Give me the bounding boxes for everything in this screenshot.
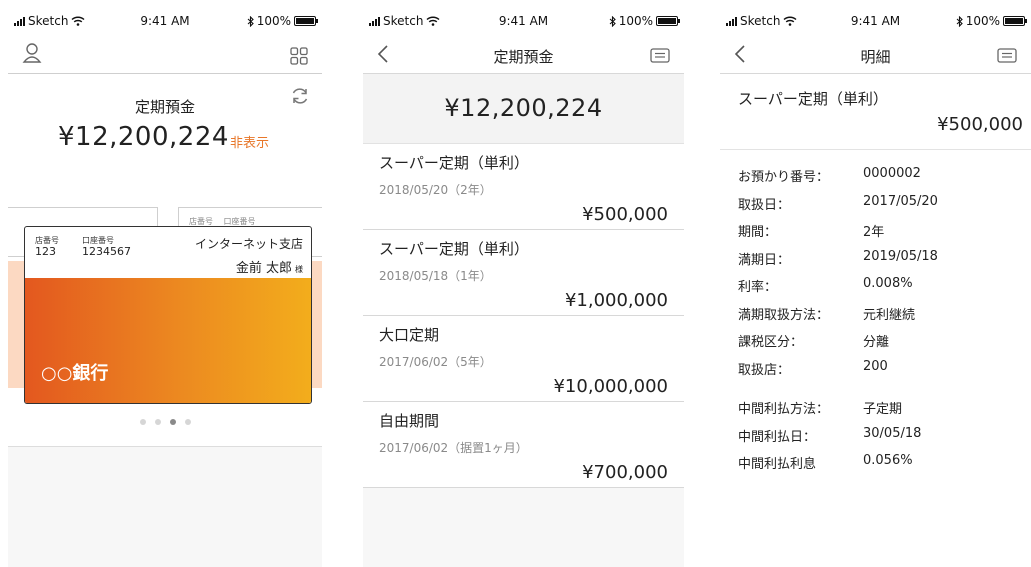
top-navbar: 定期預金 <box>363 40 684 74</box>
summary-panel: 定期預金 ¥12,200,224 非表示 店番号 口座番号 店番号 123 口座… <box>8 74 322 447</box>
detail-row: 期間： 2年 <box>738 225 885 240</box>
detail-row: お預かり番号： 0000002 <box>738 166 921 185</box>
battery-percent: 100% <box>256 14 291 28</box>
account-number: 1234567 <box>82 245 131 258</box>
screen-account-summary: Sketch 9:41 AM 100% 定期預金 ¥12,200,224 非表示… <box>8 0 322 567</box>
bluetooth-icon <box>956 15 963 27</box>
deposit-amount: ¥1,000,000 <box>564 290 668 311</box>
owner-name: 金前 太郎様 <box>235 261 303 276</box>
interest-row: 中間利払日： 30/05/18 <box>738 425 922 445</box>
battery-percent: 100% <box>618 14 653 28</box>
list-menu-icon[interactable] <box>650 48 670 63</box>
page-title: 定期預金 <box>493 48 554 66</box>
bluetooth-icon <box>609 15 616 27</box>
branch-number: 123 <box>35 245 56 258</box>
list-item[interactable]: 大口定期 2017/06/02（5年） ¥10,000,000 <box>363 316 684 402</box>
deposit-name: 大口定期 <box>379 326 440 344</box>
back-card-branch-label: 店番号 <box>189 217 213 226</box>
deposit-amount: ¥700,000 <box>582 462 668 483</box>
detail-header: スーパー定期（単利） ¥500,000 <box>720 74 1031 150</box>
hide-amount-link[interactable]: 非表示 <box>230 132 269 151</box>
list-item[interactable]: スーパー定期（単利） 2018/05/20（2年） ¥500,000 <box>363 144 684 230</box>
total-amount: ¥12,200,224 <box>363 74 684 144</box>
deposit-list: スーパー定期（単利） 2018/05/20（2年） ¥500,000 スーパー定… <box>363 144 684 488</box>
bank-name: ○○銀行 <box>41 363 109 384</box>
pager-dot[interactable] <box>139 419 146 425</box>
deposit-date: 2018/05/20（2年） <box>379 183 492 197</box>
list-menu-icon[interactable] <box>997 48 1017 63</box>
detail-list: お預かり番号： 0000002 取扱日： 2017/05/20 期間： 2年 満期日：… <box>720 150 1031 567</box>
grid-menu-icon[interactable] <box>290 47 308 65</box>
page-title: 明細 <box>860 48 891 66</box>
top-navbar <box>8 40 322 74</box>
total-amount: ¥12,200,224 <box>58 122 229 152</box>
pager-dot[interactable] <box>154 419 161 425</box>
deposit-amount: ¥500,000 <box>937 114 1023 135</box>
deposit-date: 2018/05/18（1年） <box>379 269 492 283</box>
deposit-name: 自由期間 <box>379 412 440 430</box>
detail-row: 取扱日： 2017/05/20 <box>738 193 938 213</box>
detail-row: 利率： 0.008% <box>738 276 913 295</box>
deposit-amount: ¥500,000 <box>582 204 668 225</box>
product-name: スーパー定期（単利） <box>738 90 888 108</box>
deposit-name: スーパー定期（単利） <box>379 240 529 258</box>
status-bar: Sketch 9:41 AM 100% <box>363 0 684 40</box>
carousel-pager[interactable] <box>8 419 322 425</box>
deposit-name: スーパー定期（単利） <box>379 154 529 172</box>
status-bar: Sketch 9:41 AM 100% <box>720 0 1031 40</box>
deposit-amount: ¥10,000,000 <box>553 376 668 397</box>
screen-deposit-detail: Sketch 9:41 AM 100% 明細 スーパー定期（単利） ¥500,0… <box>720 0 1031 567</box>
deposit-date: 2017/06/02（5年） <box>379 355 492 369</box>
pager-dot[interactable] <box>184 419 191 425</box>
screen-time-deposit-list: Sketch 9:41 AM 100% 定期預金 ¥12,200,224 スーパ… <box>363 0 684 567</box>
list-item[interactable]: 自由期間 2017/06/02（据置1ヶ月） ¥700,000 <box>363 402 684 488</box>
interest-row: 中間利払利息 0.056% <box>738 453 913 472</box>
deposit-date: 2017/06/02（据置1ヶ月） <box>379 441 528 455</box>
back-card-account-label: 口座番号 <box>223 217 256 226</box>
section-title: 定期預金 <box>134 98 195 116</box>
battery-percent: 100% <box>965 14 1000 28</box>
interest-row: 中間利払方法： 子定期 <box>738 402 903 417</box>
status-bar: Sketch 9:41 AM 100% <box>8 0 322 40</box>
bluetooth-icon <box>247 15 254 27</box>
list-item[interactable]: スーパー定期（単利） 2018/05/18（1年） ¥1,000,000 <box>363 230 684 316</box>
card-face: ○○銀行 <box>25 278 311 403</box>
account-card[interactable]: 店番号 123 口座番号 1234567 インターネット支店 金前 太郎様 ○○… <box>24 226 312 404</box>
branch-name: インターネット支店 <box>194 237 303 251</box>
battery-icon <box>656 16 680 26</box>
user-icon[interactable] <box>22 42 42 64</box>
battery-icon <box>294 16 318 26</box>
detail-row: 満期日： 2019/05/18 <box>738 248 938 268</box>
detail-row: 満期取扱方法： 元利継続 <box>738 307 916 323</box>
battery-icon <box>1003 16 1027 26</box>
detail-row: 取扱店： 200 <box>738 358 888 378</box>
top-navbar: 明細 <box>720 40 1031 74</box>
pager-dot-active[interactable] <box>169 419 176 425</box>
detail-row: 課税区分： 分離 <box>738 335 890 350</box>
